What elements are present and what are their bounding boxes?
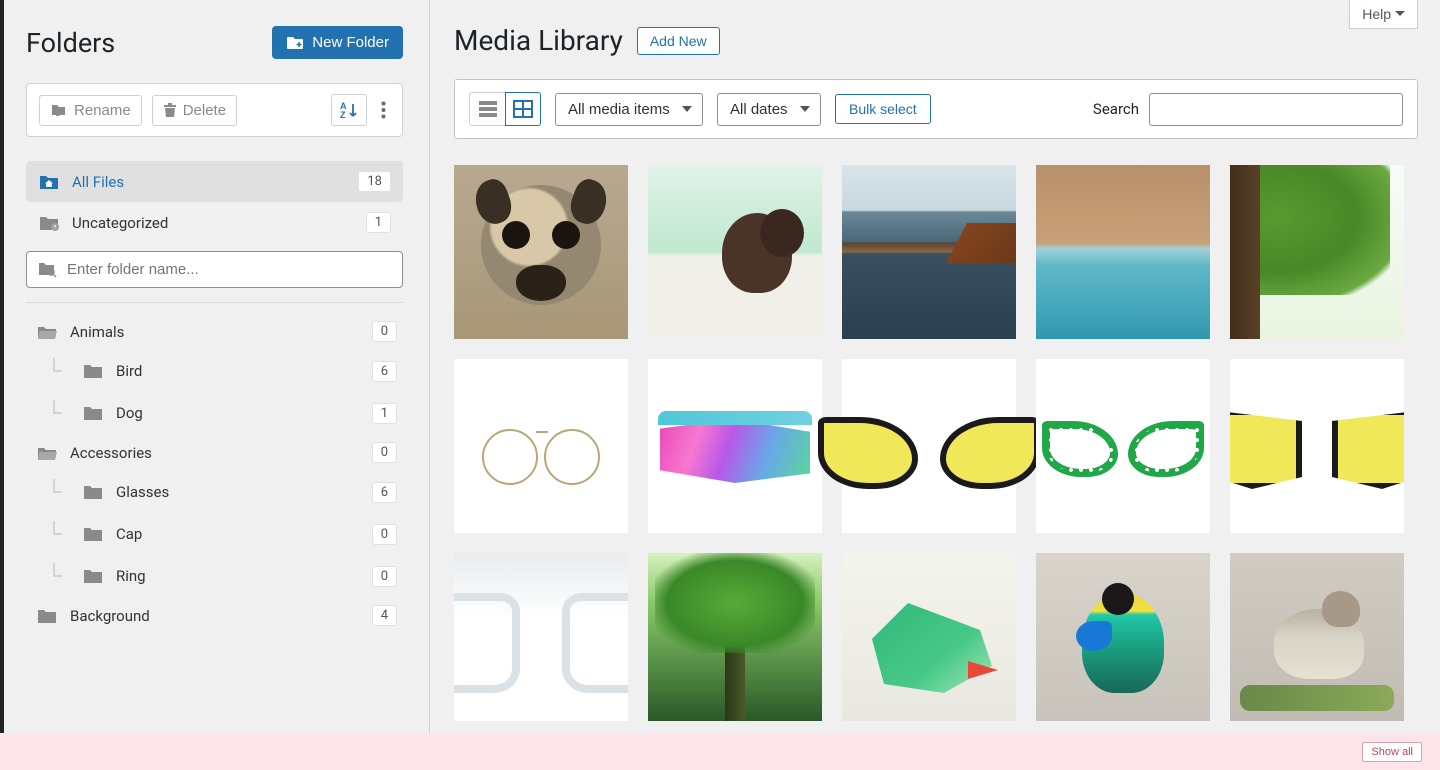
folder-label: Animals bbox=[70, 323, 360, 341]
date-filter-select[interactable]: All dates bbox=[717, 93, 821, 126]
folder-label: Cap bbox=[116, 525, 360, 543]
media-thumbnail[interactable] bbox=[648, 553, 822, 721]
grid-view-button[interactable] bbox=[505, 92, 541, 126]
tree-branch-icon bbox=[44, 521, 70, 547]
list-icon bbox=[477, 99, 499, 119]
folder-icon bbox=[82, 362, 104, 380]
footer-bar: Show all bbox=[0, 733, 1440, 770]
media-thumbnail[interactable] bbox=[1036, 165, 1210, 339]
folder-count: 0 bbox=[372, 566, 397, 587]
search-label: Search bbox=[1093, 100, 1139, 118]
tree-branch-icon bbox=[44, 400, 70, 426]
media-thumbnail[interactable] bbox=[648, 165, 822, 339]
folder-count: 6 bbox=[372, 361, 397, 382]
folder-label: Accessories bbox=[70, 444, 360, 462]
folder-label: Bird bbox=[116, 362, 360, 380]
folder-item[interactable]: Glasses 6 bbox=[26, 471, 403, 513]
folder-search bbox=[26, 251, 403, 288]
filter-bar: All media items All dates Bulk select Se… bbox=[454, 79, 1418, 139]
sort-button[interactable]: AZ bbox=[331, 94, 367, 126]
list-view-button[interactable] bbox=[469, 92, 505, 126]
media-thumbnail[interactable] bbox=[842, 359, 1016, 533]
grid-icon bbox=[512, 99, 534, 119]
home-folder-icon bbox=[38, 172, 60, 192]
new-folder-label: New Folder bbox=[312, 34, 389, 51]
new-folder-button[interactable]: New Folder bbox=[272, 26, 403, 59]
media-thumbnail[interactable] bbox=[1230, 553, 1404, 721]
uncategorized-label: Uncategorized bbox=[72, 214, 354, 232]
uncategorized-folder-icon bbox=[38, 213, 60, 233]
rename-label: Rename bbox=[74, 102, 131, 119]
folder-icon bbox=[36, 444, 58, 462]
media-thumbnail[interactable] bbox=[1230, 165, 1404, 339]
folder-search-input[interactable] bbox=[26, 251, 403, 288]
all-files-count: 18 bbox=[358, 171, 391, 192]
folder-label: Background bbox=[70, 607, 360, 625]
all-files-label: All Files bbox=[72, 173, 346, 191]
folder-count: 4 bbox=[372, 605, 397, 626]
page-title: Media Library bbox=[454, 24, 623, 57]
rename-icon bbox=[50, 102, 68, 118]
folder-search-icon bbox=[37, 261, 57, 279]
sort-az-icon: AZ bbox=[339, 100, 359, 120]
media-thumbnail[interactable] bbox=[648, 359, 822, 533]
media-thumbnail[interactable] bbox=[454, 359, 628, 533]
folder-icon bbox=[82, 483, 104, 501]
more-options-button[interactable] bbox=[377, 97, 390, 123]
rename-button[interactable]: Rename bbox=[39, 95, 142, 126]
uncategorized-item[interactable]: Uncategorized 1 bbox=[26, 202, 403, 243]
media-thumbnail[interactable] bbox=[454, 553, 628, 721]
delete-label: Delete bbox=[183, 102, 226, 119]
help-label: Help bbox=[1362, 6, 1391, 22]
folder-label: Dog bbox=[116, 404, 360, 422]
add-new-button[interactable]: Add New bbox=[637, 27, 720, 55]
chevron-down-icon bbox=[1395, 10, 1405, 18]
folder-label: Glasses bbox=[116, 483, 360, 501]
folder-item[interactable]: Bird 6 bbox=[26, 350, 403, 392]
folder-count: 1 bbox=[372, 403, 397, 424]
folder-count: 6 bbox=[372, 482, 397, 503]
tree-branch-icon bbox=[44, 479, 70, 505]
trash-icon bbox=[163, 102, 177, 118]
help-button[interactable]: Help bbox=[1349, 0, 1418, 29]
svg-text:Z: Z bbox=[340, 110, 346, 120]
folder-item[interactable]: Animals 0 bbox=[26, 313, 403, 350]
media-thumbnail[interactable] bbox=[1036, 553, 1210, 721]
folder-icon bbox=[36, 607, 58, 625]
media-thumbnail[interactable] bbox=[454, 165, 628, 339]
folder-toolbar: Rename Delete AZ bbox=[26, 83, 403, 137]
media-grid bbox=[454, 165, 1418, 721]
media-thumbnail[interactable] bbox=[842, 165, 1016, 339]
tree-branch-icon bbox=[44, 563, 70, 589]
folders-sidebar: Folders New Folder Rename Delete bbox=[4, 0, 430, 733]
show-all-button[interactable]: Show all bbox=[1362, 742, 1422, 762]
main-content: Help Media Library Add New bbox=[430, 0, 1440, 733]
folder-plus-icon bbox=[286, 35, 304, 51]
bulk-select-button[interactable]: Bulk select bbox=[835, 94, 931, 124]
folder-count: 0 bbox=[372, 524, 397, 545]
search-input[interactable] bbox=[1149, 93, 1403, 126]
folder-icon bbox=[82, 525, 104, 543]
folder-item[interactable]: Background 4 bbox=[26, 597, 403, 634]
uncategorized-count: 1 bbox=[366, 212, 391, 233]
folder-label: Ring bbox=[116, 567, 360, 585]
folder-icon bbox=[82, 567, 104, 585]
folder-item[interactable]: Dog 1 bbox=[26, 392, 403, 434]
tree-branch-icon bbox=[44, 358, 70, 384]
folder-icon bbox=[36, 323, 58, 341]
delete-button[interactable]: Delete bbox=[152, 95, 237, 126]
media-thumbnail[interactable] bbox=[1036, 359, 1210, 533]
folder-item[interactable]: Ring 0 bbox=[26, 555, 403, 597]
media-type-select[interactable]: All media items bbox=[555, 93, 703, 126]
folder-count: 0 bbox=[372, 321, 397, 342]
all-files-item[interactable]: All Files 18 bbox=[26, 161, 403, 202]
sidebar-title: Folders bbox=[26, 27, 115, 59]
folder-item[interactable]: Accessories 0 bbox=[26, 434, 403, 471]
media-thumbnail[interactable] bbox=[842, 553, 1016, 721]
folder-item[interactable]: Cap 0 bbox=[26, 513, 403, 555]
divider bbox=[26, 302, 403, 303]
folder-icon bbox=[82, 404, 104, 422]
media-thumbnail[interactable] bbox=[1230, 359, 1404, 533]
folder-count: 0 bbox=[372, 442, 397, 463]
